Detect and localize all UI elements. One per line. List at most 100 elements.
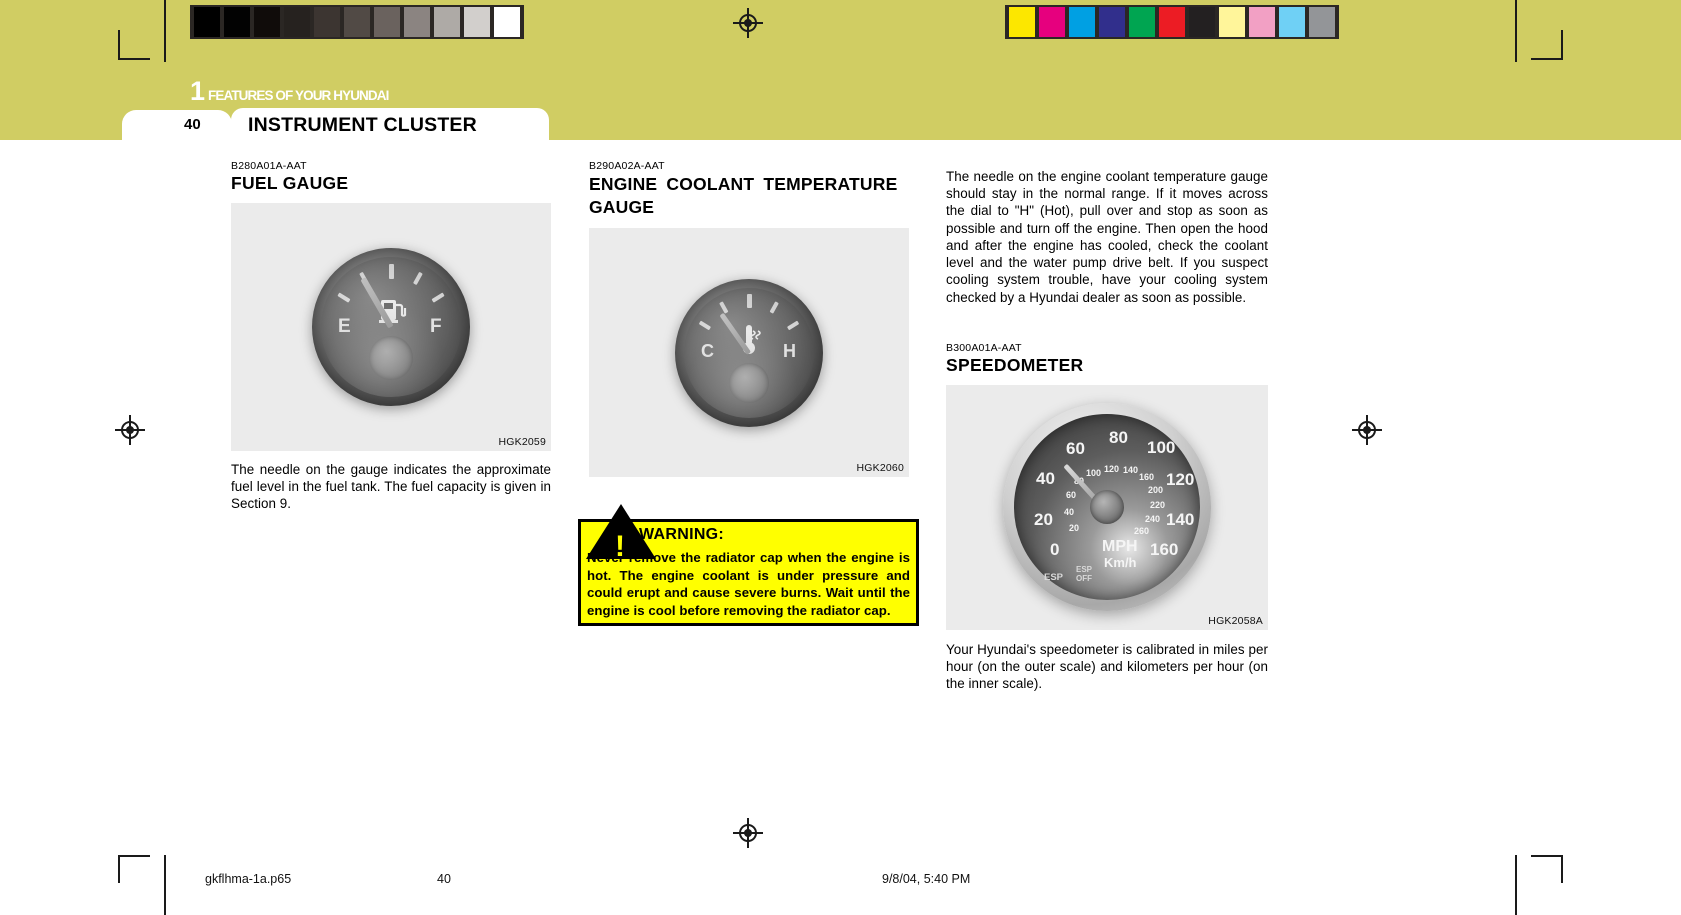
- fuel-gauge-illustration: E F: [312, 248, 470, 406]
- speedometer-kmh-label: 120: [1104, 464, 1120, 475]
- fuel-gauge-label-empty: E: [338, 316, 351, 337]
- crop-mark: [164, 0, 166, 62]
- fuel-pump-icon: [379, 300, 407, 323]
- esp-indicator-label: ESP: [1044, 572, 1064, 584]
- footer-timestamp: 9/8/04, 5:40 PM: [882, 872, 971, 886]
- crop-mark: [164, 855, 166, 915]
- registration-dot-right: [1363, 426, 1371, 434]
- left-column: B280A01A-AAT FUEL GAUGE E F HGK2059 The …: [231, 160, 551, 513]
- fuel-gauge-dial: E F: [312, 248, 470, 406]
- calibration-swatch: [194, 7, 220, 37]
- grayscale-swatch-strip: [190, 5, 524, 39]
- speedometer-kmh-unit: Km/h: [1104, 555, 1137, 571]
- calibration-swatch: [1129, 7, 1155, 37]
- speedometer-kmh-label: 20: [1069, 523, 1080, 534]
- calibration-swatch: [1159, 7, 1185, 37]
- chapter-title: FEATURES OF YOUR HYUNDAI: [208, 88, 389, 103]
- calibration-swatch: [1219, 7, 1245, 37]
- registration-dot-left: [126, 426, 134, 434]
- speedometer-mph-label: 120: [1166, 470, 1195, 490]
- speedometer-figure: 0 20 40 60 80 100 120 140 160 20 40 60 8…: [946, 384, 1268, 630]
- gauge-tick: [413, 271, 423, 286]
- footer-file-name: gkflhma-1a.p65: [205, 872, 292, 886]
- warning-box: ! WARNING: Never remove the radiator cap…: [578, 504, 919, 627]
- coolant-gauge-illustration: C H: [675, 278, 823, 427]
- crop-mark: [1561, 855, 1563, 883]
- coolant-gauge-label-cold: C: [701, 340, 714, 361]
- speedometer-mph-label: 80: [1109, 428, 1128, 448]
- crop-mark: [1561, 30, 1563, 60]
- fuel-gauge-heading: FUEL GAUGE: [231, 173, 349, 193]
- speedometer-mph-label: 60: [1066, 439, 1085, 459]
- coolant-gauge-figure-code: HGK2060: [856, 462, 904, 475]
- calibration-swatch: [464, 7, 490, 37]
- gauge-tick: [359, 271, 369, 286]
- coolant-gauge-figure: C H HGK2060: [589, 228, 909, 478]
- page-title: INSTRUMENT CLUSTER: [248, 114, 477, 136]
- speedometer-illustration: 0 20 40 60 80 100 120 140 160 20 40 60 8…: [1003, 403, 1211, 612]
- speedometer-kmh-label: 60: [1066, 490, 1077, 501]
- calibration-swatch: [1009, 7, 1035, 37]
- fuel-gauge-label-full: F: [430, 316, 442, 337]
- crop-mark: [1515, 0, 1517, 62]
- speedometer-kmh-label: 100: [1086, 468, 1102, 479]
- gauge-tick: [719, 300, 729, 314]
- calibration-swatch: [404, 7, 430, 37]
- gauge-tick: [698, 320, 712, 331]
- page-footer: gkflhma-1a.p65 40 9/8/04, 5:40 PM: [0, 855, 1681, 915]
- calibration-swatch: [344, 7, 370, 37]
- speedometer-mph-label: 20: [1034, 510, 1053, 530]
- crop-mark: [1515, 855, 1517, 915]
- speedometer-kmh-label: 40: [1064, 507, 1075, 518]
- fuel-gauge-needle: [360, 277, 394, 329]
- calibration-swatch: [314, 7, 340, 37]
- calibration-swatch: [254, 7, 280, 37]
- speedometer-mph-label: 100: [1147, 438, 1176, 458]
- gauge-tick: [389, 264, 394, 279]
- crop-mark: [1531, 855, 1563, 857]
- fuel-gauge-section-code: B280A01A-AAT: [231, 160, 307, 172]
- speedometer-hub: [1090, 490, 1124, 525]
- calibration-swatch: [1069, 7, 1095, 37]
- calibration-swatch: [494, 7, 520, 37]
- speedometer-mph-label: 0: [1050, 540, 1060, 560]
- speedometer-bezel: 0 20 40 60 80 100 120 140 160 20 40 60 8…: [1003, 403, 1211, 612]
- calibration-swatch: [1189, 7, 1215, 37]
- gauge-tick: [337, 292, 351, 303]
- fuel-gauge-body-text: The needle on the gauge indicates the ap…: [231, 462, 551, 512]
- speedometer-mph-unit: MPH: [1102, 538, 1138, 556]
- coolant-gauge-label-hot: H: [783, 340, 796, 361]
- fuel-gauge-figure: E F HGK2059: [231, 203, 551, 451]
- speedometer-figure-code: HGK2058A: [1208, 614, 1263, 627]
- crop-mark: [118, 855, 120, 883]
- gauge-tick: [431, 292, 445, 303]
- calibration-swatch: [224, 7, 250, 37]
- calibration-swatch: [1099, 7, 1125, 37]
- coolant-temperature-icon: [743, 324, 761, 354]
- calibration-swatch: [1279, 7, 1305, 37]
- coolant-gauge-hub: [729, 362, 769, 403]
- speedometer-body-text: Your Hyundai's speedometer is calibrated…: [946, 641, 1268, 692]
- speedometer-mph-label: 40: [1036, 469, 1055, 489]
- calibration-swatch: [284, 7, 310, 37]
- footer-page-number: 40: [437, 872, 451, 886]
- calibration-swatch: [1039, 7, 1065, 37]
- calibration-swatch: [1249, 7, 1275, 37]
- coolant-gauge-needle: [719, 312, 752, 355]
- speedometer-kmh-label: 160: [1139, 472, 1155, 483]
- calibration-swatch: [1309, 7, 1335, 37]
- speedometer-mph-label: 160: [1150, 540, 1179, 560]
- coolant-gauge-section-code: B290A02A-AAT: [589, 160, 665, 172]
- calibration-swatch: [434, 7, 460, 37]
- middle-column: B290A02A-AAT ENGINE COOLANT TEMPERATURE …: [578, 160, 919, 627]
- speedometer-kmh-label: 200: [1148, 485, 1164, 496]
- esp-off-indicator-label: ESP OFF: [1076, 565, 1093, 583]
- registration-dot-top: [744, 19, 752, 27]
- page-number-tab: 40: [122, 110, 232, 140]
- speedometer-heading: SPEEDOMETER: [946, 354, 1084, 375]
- right-column: The needle on the engine coolant tempera…: [946, 160, 1268, 692]
- chapter-number: 1: [190, 76, 206, 106]
- warning-text: Never remove the radiator cap when the e…: [587, 550, 910, 618]
- crop-mark: [118, 30, 120, 60]
- registration-dot-bottom: [744, 829, 752, 837]
